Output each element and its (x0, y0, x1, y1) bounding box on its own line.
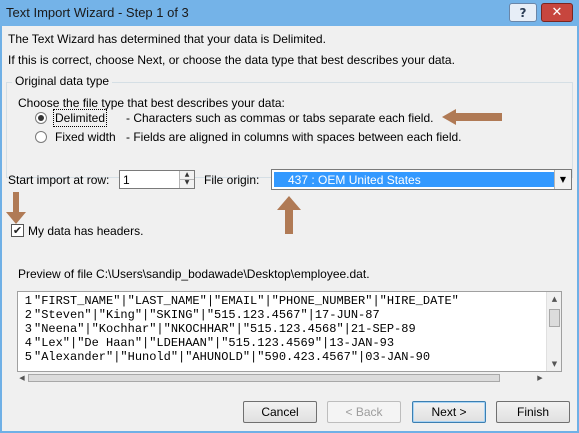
delimited-label[interactable]: Delimited (52, 109, 108, 127)
scroll-up-icon[interactable]: ▲ (547, 292, 561, 306)
headers-checkbox[interactable]: ✔ (11, 224, 24, 237)
horizontal-scroll-thumb[interactable] (28, 374, 500, 382)
scroll-left-icon[interactable]: ◀ (17, 372, 27, 384)
row-number: 3 (24, 322, 32, 336)
fixed-width-radio[interactable] (35, 131, 47, 143)
dialog-window: Text Import Wizard - Step 1 of 3 ? ✕ The… (0, 0, 579, 433)
horizontal-scrollbar[interactable]: ◀ ▶ (17, 372, 547, 384)
scroll-right-icon[interactable]: ▶ (535, 372, 545, 384)
preview-row: 1 "FIRST_NAME"|"LAST_NAME"|"EMAIL"|"PHON… (18, 294, 546, 308)
row-number: 5 (24, 350, 32, 364)
annotation-arrow-down-icon (6, 192, 26, 224)
start-row-value[interactable]: 1 (123, 173, 130, 187)
help-button[interactable]: ? (509, 3, 537, 22)
row-text: "Alexander"|"Hunold"|"AHUNOLD"|"590.423.… (34, 350, 431, 364)
file-origin-value: 437 : OEM United States (288, 173, 421, 187)
file-origin-dropdown[interactable]: 437 : OEM United States ▼ (271, 169, 572, 190)
start-row-stepper[interactable]: 1 ▲ ▼ (119, 170, 195, 189)
group-legend: Original data type (12, 74, 113, 88)
stepper-buttons: ▲ ▼ (179, 171, 194, 188)
row-text: "Steven"|"King"|"SKING"|"515.123.4567"|1… (34, 308, 380, 322)
file-origin-selection[interactable]: 437 : OEM United States (274, 172, 555, 187)
preview-row: 3 "Neena"|"Kochhar"|"NKOCHHAR"|"515.123.… (18, 322, 546, 336)
row-number: 4 (24, 336, 32, 350)
row-text: "Lex"|"De Haan"|"LDEHAAN"|"515.123.4569"… (34, 336, 395, 350)
file-type-prompt: Choose the file type that best describes… (18, 96, 285, 110)
intro-line-1: The Text Wizard has determined that your… (8, 32, 326, 46)
annotation-arrow-up-icon (277, 196, 301, 234)
file-origin-label: File origin: (204, 173, 260, 187)
delimited-description: - Characters such as commas or tabs sepa… (126, 111, 434, 125)
start-import-label: Start import at row: (8, 173, 110, 187)
row-text: "FIRST_NAME"|"LAST_NAME"|"EMAIL"|"PHONE_… (34, 294, 459, 308)
next-button[interactable]: Next > (412, 401, 486, 423)
close-button[interactable]: ✕ (541, 3, 573, 22)
preview-row: 2 "Steven"|"King"|"SKING"|"515.123.4567"… (18, 308, 546, 322)
chevron-down-icon[interactable]: ▼ (554, 170, 571, 189)
stepper-down-icon[interactable]: ▼ (180, 179, 194, 187)
vertical-scroll-thumb[interactable] (549, 309, 560, 327)
row-number: 2 (24, 308, 32, 322)
back-button[interactable]: < Back (327, 401, 401, 423)
finish-button[interactable]: Finish (496, 401, 570, 423)
headers-checkbox-label[interactable]: My data has headers. (28, 224, 143, 238)
dialog-body: The Text Wizard has determined that your… (2, 26, 577, 431)
annotation-arrow-left-icon (442, 109, 502, 125)
scroll-down-icon[interactable]: ▼ (547, 357, 561, 371)
delimited-radio[interactable] (35, 112, 47, 124)
preview-row: 4 "Lex"|"De Haan"|"LDEHAAN"|"515.123.456… (18, 336, 546, 350)
intro-line-2: If this is correct, choose Next, or choo… (8, 53, 455, 67)
row-text: "Neena"|"Kochhar"|"NKOCHHAR"|"515.123.45… (34, 322, 416, 336)
fixed-width-description: - Fields are aligned in columns with spa… (126, 130, 462, 144)
window-title: Text Import Wizard - Step 1 of 3 (6, 5, 189, 20)
preview-row: 5 "Alexander"|"Hunold"|"AHUNOLD"|"590.42… (18, 350, 546, 364)
file-preview[interactable]: 1 "FIRST_NAME"|"LAST_NAME"|"EMAIL"|"PHON… (17, 291, 562, 372)
preview-label: Preview of file C:\Users\sandip_bodawade… (18, 267, 370, 281)
cancel-button[interactable]: Cancel (243, 401, 317, 423)
vertical-scrollbar[interactable]: ▲ ▼ (546, 292, 561, 371)
row-number: 1 (24, 294, 32, 308)
title-bar[interactable]: Text Import Wizard - Step 1 of 3 ? ✕ (0, 0, 579, 26)
fixed-width-label[interactable]: Fixed width (55, 130, 116, 144)
